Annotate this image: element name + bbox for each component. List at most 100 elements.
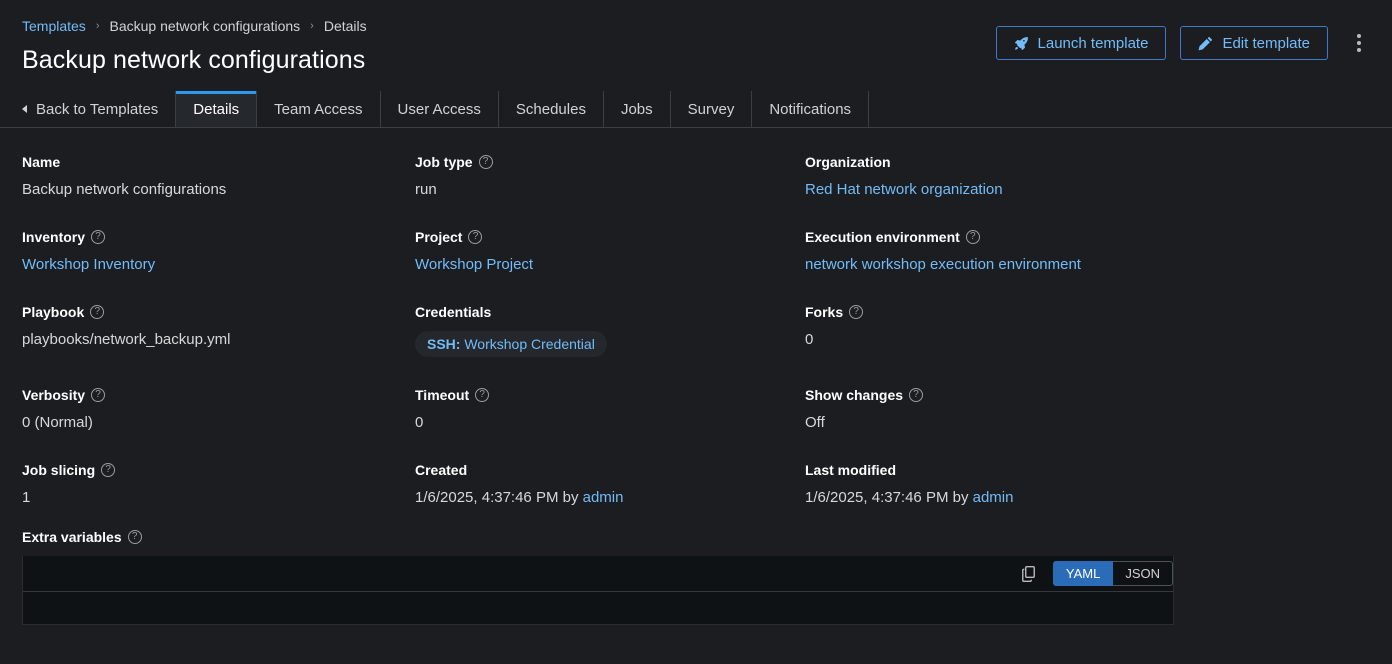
breadcrumb-item-templates[interactable]: Templates [22, 18, 86, 34]
header-actions: Launch template Edit template [995, 26, 1374, 60]
tab-notifications-label: Notifications [769, 100, 852, 118]
field-created-value: 1/6/2025, 4:37:46 PM by admin [415, 489, 805, 507]
extra-variables-editor: YAML JSON [22, 556, 1174, 625]
launch-template-label: Launch template [1037, 34, 1149, 52]
help-icon[interactable]: ? [90, 305, 105, 319]
field-verbosity: Verbosity ? 0 (Normal) [22, 387, 415, 432]
tab-notifications[interactable]: Notifications [752, 91, 870, 127]
field-inventory-value[interactable]: Workshop Inventory [22, 256, 415, 274]
field-show-changes-value: Off [805, 414, 825, 431]
tab-jobs[interactable]: Jobs [604, 91, 671, 127]
kebab-menu-icon[interactable] [1344, 26, 1374, 60]
help-icon[interactable]: ? [475, 388, 490, 402]
extra-variables-section: Extra variables ? YAML JSON [0, 529, 1392, 625]
field-name-label-text: Name [22, 154, 61, 170]
help-icon[interactable]: ? [127, 530, 142, 544]
field-name: Name Backup network configurations [22, 154, 415, 199]
field-execution-environment: Execution environment ? network workshop… [805, 229, 1370, 274]
format-json-button[interactable]: JSON [1113, 561, 1173, 586]
field-timeout-label: Timeout ? [415, 387, 805, 403]
field-last-modified-label: Last modified [805, 462, 1370, 478]
field-credentials-label-text: Credentials [415, 304, 492, 320]
field-playbook-value: playbooks/network_backup.yml [22, 331, 231, 348]
tab-schedules[interactable]: Schedules [499, 91, 604, 127]
field-credentials-label: Credentials [415, 304, 805, 320]
field-timeout-value: 0 [415, 414, 424, 431]
tab-team-access-label: Team Access [274, 100, 363, 118]
field-inventory: Inventory ? Workshop Inventory [22, 229, 415, 274]
field-project-label-text: Project [415, 229, 463, 245]
field-job-slicing-label-text: Job slicing [22, 462, 96, 478]
field-job-type-label-text: Job type [415, 154, 473, 170]
created-timestamp: 1/6/2025, 4:37:46 PM by [415, 489, 583, 506]
field-show-changes: Show changes ? Off [805, 387, 1370, 432]
copy-icon[interactable] [1016, 565, 1041, 582]
help-icon[interactable]: ? [909, 388, 924, 402]
field-execution-environment-value[interactable]: network workshop execution environment [805, 256, 1370, 274]
help-icon[interactable]: ? [101, 463, 116, 477]
field-name-label: Name [22, 154, 415, 170]
field-job-slicing-label: Job slicing ? [22, 462, 415, 478]
field-execution-environment-label: Execution environment ? [805, 229, 1370, 245]
tab-details[interactable]: Details [176, 91, 258, 127]
template-details-page: Templates › Backup network configuration… [0, 0, 1392, 664]
field-organization-label-text: Organization [805, 154, 891, 170]
back-to-templates-label: Back to Templates [36, 100, 159, 118]
field-forks-value: 0 [805, 331, 814, 348]
field-timeout-label-text: Timeout [415, 387, 470, 403]
breadcrumb-item-template-name: Backup network configurations [109, 18, 301, 34]
field-forks: Forks ? 0 [805, 304, 1370, 357]
tab-jobs-label: Jobs [620, 100, 653, 118]
field-organization-value[interactable]: Red Hat network organization [805, 181, 1370, 199]
tab-team-access[interactable]: Team Access [257, 91, 381, 127]
rocket-icon [1014, 36, 1029, 51]
field-show-changes-label-text: Show changes [805, 387, 904, 403]
field-verbosity-label: Verbosity ? [22, 387, 415, 403]
field-job-type-value: run [415, 181, 437, 198]
field-job-type-label: Job type ? [415, 154, 805, 170]
help-icon[interactable]: ? [478, 155, 493, 169]
field-execution-environment-label-text: Execution environment [805, 229, 960, 245]
credential-chip-type: SSH: [427, 336, 461, 352]
field-job-slicing-value: 1 [22, 489, 31, 506]
credential-chip-name: Workshop Credential [464, 336, 595, 352]
tab-user-access[interactable]: User Access [381, 91, 499, 127]
field-created: Created 1/6/2025, 4:37:46 PM by admin [415, 462, 805, 507]
back-to-templates-tab[interactable]: Back to Templates [0, 91, 177, 127]
field-inventory-label: Inventory ? [22, 229, 415, 245]
field-timeout: Timeout ? 0 [415, 387, 805, 432]
launch-template-button[interactable]: Launch template [995, 26, 1167, 60]
pencil-icon [1198, 36, 1213, 51]
extra-variables-content[interactable] [23, 592, 1173, 624]
tab-survey[interactable]: Survey [671, 91, 753, 127]
help-icon[interactable]: ? [849, 305, 864, 319]
field-project-value[interactable]: Workshop Project [415, 256, 805, 274]
field-verbosity-label-text: Verbosity [22, 387, 86, 403]
breadcrumb-separator: › [310, 20, 314, 32]
created-user-link[interactable]: admin [583, 489, 624, 506]
format-yaml-button[interactable]: YAML [1052, 561, 1114, 586]
edit-template-button[interactable]: Edit template [1180, 26, 1328, 60]
last-modified-timestamp: 1/6/2025, 4:37:46 PM by [805, 489, 973, 506]
field-organization: Organization Red Hat network organizatio… [805, 154, 1370, 199]
tab-schedules-label: Schedules [515, 100, 586, 118]
field-last-modified: Last modified 1/6/2025, 4:37:46 PM by ad… [805, 462, 1370, 507]
tab-details-label: Details [193, 100, 240, 118]
help-icon[interactable]: ? [91, 388, 106, 402]
breadcrumb-item-details: Details [323, 18, 367, 34]
help-icon[interactable]: ? [91, 230, 106, 244]
credential-chip[interactable]: SSH: Workshop Credential [415, 331, 607, 357]
help-icon[interactable]: ? [468, 230, 483, 244]
field-forks-label: Forks ? [805, 304, 1370, 320]
field-inventory-label-text: Inventory [22, 229, 86, 245]
format-toggle: YAML JSON [1052, 561, 1173, 586]
field-forks-label-text: Forks [805, 304, 844, 320]
page-header: Templates › Backup network configuration… [0, 0, 1392, 75]
field-last-modified-label-text: Last modified [805, 462, 897, 478]
breadcrumb-separator: › [95, 20, 100, 32]
field-project-label: Project ? [415, 229, 805, 245]
field-organization-label: Organization [805, 154, 1370, 170]
help-icon[interactable]: ? [965, 230, 980, 244]
last-modified-user-link[interactable]: admin [973, 489, 1014, 506]
field-credentials: Credentials SSH: Workshop Credential [415, 304, 805, 357]
